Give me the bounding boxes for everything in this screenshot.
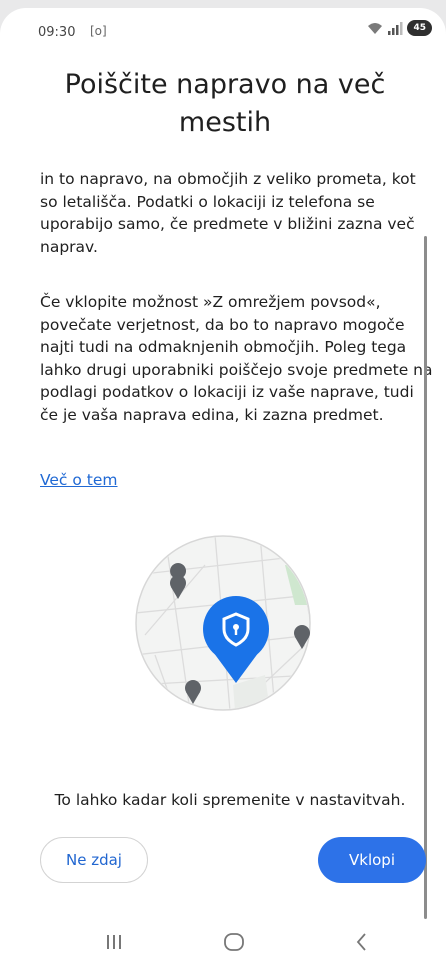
status-icons: 45 <box>367 20 432 36</box>
signal-icon <box>388 22 403 35</box>
back-icon <box>356 933 366 951</box>
info-paragraph-2: Če vklopite možnost »Z omrežjem povsod«,… <box>40 293 433 424</box>
not-now-button[interactable]: Ne zdaj <box>40 837 148 883</box>
scrollbar[interactable] <box>424 236 427 919</box>
map-illustration <box>135 535 311 711</box>
back-button[interactable] <box>342 927 382 957</box>
status-bar: 09:30 [o] 45 <box>0 8 446 52</box>
recents-button[interactable] <box>94 927 134 957</box>
screenshot-icon: [o] <box>90 24 107 38</box>
info-paragraph-1: in to napravo, na območjih z veliko prom… <box>40 170 416 256</box>
settings-note: To lahko kadar koli spremenite v nastavi… <box>54 791 406 809</box>
dialog-title: Poiščite napravo na več mestih <box>64 69 386 138</box>
navigation-bar <box>0 913 446 971</box>
home-icon <box>224 933 244 951</box>
wifi-icon <box>368 23 383 34</box>
battery-icon: 45 <box>407 20 432 36</box>
recents-icon <box>107 935 121 949</box>
turn-on-button[interactable]: Vklopi <box>318 837 426 883</box>
status-time: 09:30 <box>38 25 76 40</box>
learn-more-link[interactable]: Več o tem <box>40 471 118 489</box>
home-button[interactable] <box>214 927 254 957</box>
dialog-sheet: 09:30 [o] 45 Poiščite napravo na več mes… <box>0 8 446 971</box>
